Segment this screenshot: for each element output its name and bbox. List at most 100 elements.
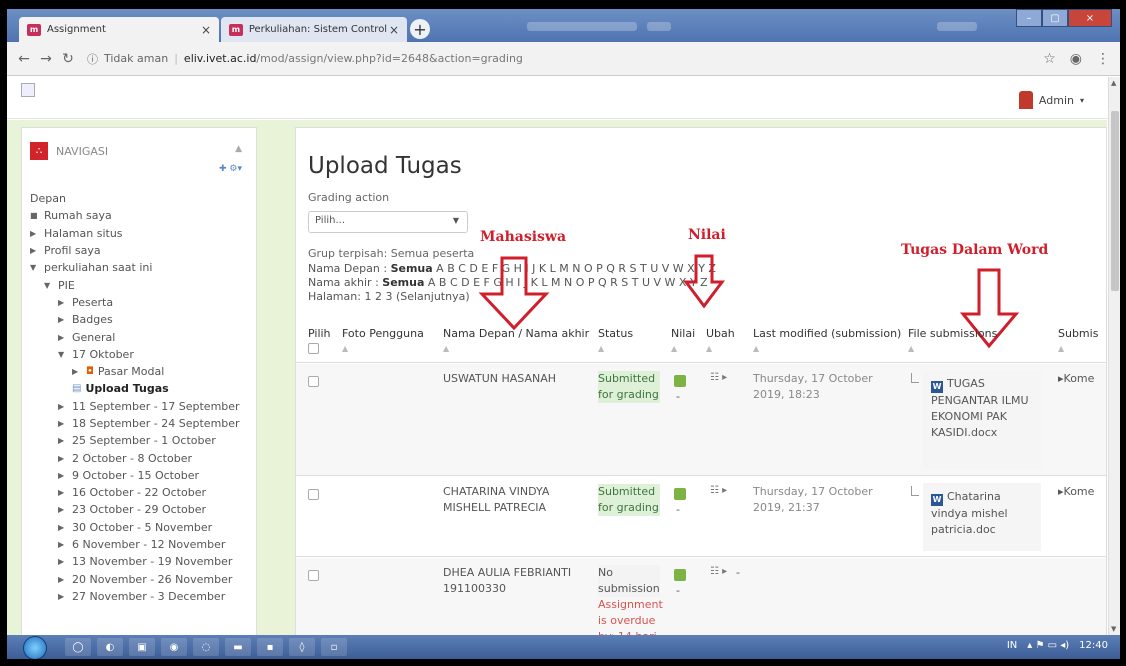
caret-down-icon: ▼ <box>58 349 65 359</box>
back-icon[interactable]: ← <box>13 51 35 67</box>
column-name[interactable]: Nama Depan / Nama akhir ▲ <box>443 327 589 353</box>
row-checkbox[interactable] <box>308 489 319 500</box>
nav-item-week[interactable]: ▶ 25 September - 1 October <box>30 432 255 449</box>
new-tab-button[interactable]: + <box>410 19 430 39</box>
block-actions-icon[interactable]: ✚ ⚙▾ <box>219 164 242 174</box>
scroll-up-icon[interactable]: ▲ <box>1111 79 1116 87</box>
app-icon[interactable]: ◌ <box>193 638 219 656</box>
nav-item-17-oktober[interactable]: ▼ 17 Oktober <box>30 346 255 363</box>
bookmark-star-icon[interactable]: ☆ <box>1043 51 1056 67</box>
nav-item-week[interactable]: ▶ 18 September - 24 September <box>30 415 255 432</box>
nav-item-week[interactable]: ▶ 30 October - 5 November <box>30 519 255 536</box>
tab-perkuliahan[interactable]: m Perkuliahan: Sistem Control Char × <box>221 17 407 42</box>
ie-icon[interactable]: ◯ <box>65 638 91 656</box>
close-tab-icon[interactable]: × <box>389 23 399 37</box>
nav-item-week[interactable]: ▶ 16 October - 22 October <box>30 484 255 501</box>
column-grade[interactable]: Nilai ▲ <box>671 327 695 353</box>
minimize-icon[interactable]: – <box>1016 9 1042 27</box>
nav-item-depan[interactable]: Depan <box>30 190 255 207</box>
forward-icon[interactable]: → <box>35 51 57 67</box>
pagination-pages[interactable]: 1 2 3 <box>364 290 392 303</box>
vertical-scrollbar[interactable]: ▲ ▼ <box>1108 77 1120 635</box>
folder-icon[interactable]: ▬ <box>225 638 251 656</box>
nav-label: 6 November - 12 November <box>72 538 226 552</box>
column-comments[interactable]: Submis ▲ <box>1058 327 1098 353</box>
nav-item-rumah-saya[interactable]: ■ Rumah saya <box>30 207 255 224</box>
nav-label: Peserta <box>72 295 114 309</box>
comments-toggle[interactable]: ▸Kome <box>1058 372 1094 385</box>
app-icon[interactable]: ◊ <box>289 638 315 656</box>
student-name[interactable]: CHATARINA VINDYA MISHELL PATRECIA <box>443 484 583 516</box>
row-checkbox[interactable] <box>308 570 319 581</box>
nav-item-upload-tugas[interactable]: ▤ Upload Tugas <box>30 380 255 397</box>
filter-letters[interactable]: A B C D E F G H I J K L M N O P Q R S T … <box>428 276 708 289</box>
select-all-checkbox[interactable] <box>308 343 319 354</box>
nav-item-week[interactable]: ▶ 2 October - 8 October <box>30 449 255 466</box>
column-edit[interactable]: Ubah ▲ <box>706 327 735 353</box>
submission-file-link[interactable]: W TUGAS PENGANTAR ILMU EKONOMI PAK KASIDI… <box>931 376 1031 441</box>
nav-item-week[interactable]: ▶ 23 October - 29 October <box>30 501 255 518</box>
nav-item-badges[interactable]: ▶ Badges <box>30 311 255 328</box>
nav-item-week[interactable]: ▶ 11 September - 17 September <box>30 398 255 415</box>
language-indicator[interactable]: IN <box>1007 640 1017 651</box>
clock[interactable]: 12:40 <box>1079 640 1108 651</box>
column-files[interactable]: File submissions ▲ <box>908 327 997 353</box>
group-filter-label[interactable]: Grup terpisah: Semua peserta <box>308 247 474 260</box>
filter-all-link[interactable]: Semua <box>391 262 433 275</box>
nav-item-week[interactable]: ▶ 9 October - 15 October <box>30 467 255 484</box>
nav-item-perkuliahan[interactable]: ▼ perkuliahan saat ini <box>30 259 255 276</box>
caret-right-icon: ▶ <box>58 470 65 480</box>
pagination-next[interactable]: (Selanjutnya) <box>396 290 470 303</box>
app-icon[interactable]: ▣ <box>129 638 155 656</box>
start-button[interactable] <box>23 636 47 659</box>
edit-menu-icon[interactable]: ☷ ▸ <box>710 485 727 496</box>
nav-item-general[interactable]: ▶ General <box>30 328 255 345</box>
app-icon[interactable]: ▫ <box>321 638 347 656</box>
close-tab-icon[interactable]: × <box>201 23 211 37</box>
column-select[interactable]: Pilih <box>308 327 331 354</box>
scroll-down-icon[interactable]: ▼ <box>1111 625 1116 633</box>
maximize-icon[interactable]: ▢ <box>1042 9 1068 27</box>
edit-menu-icon[interactable]: ☷ ▸ <box>710 372 727 383</box>
status-badge: No submission <box>598 565 660 597</box>
close-window-icon[interactable]: × <box>1068 9 1112 27</box>
column-status[interactable]: Status ▲ <box>598 327 633 353</box>
info-icon[interactable]: ⓘ <box>87 51 98 67</box>
filter-all-link[interactable]: Semua <box>382 276 424 289</box>
student-name[interactable]: USWATUN HASANAH <box>443 371 583 387</box>
comments-toggle[interactable]: ▸Kome <box>1058 485 1094 498</box>
grade-check-icon[interactable] <box>674 569 686 581</box>
pagination[interactable]: Halaman: 1 2 3 (Selanjutnya) <box>308 290 470 303</box>
nav-item-week[interactable]: ▶ 13 November - 19 November <box>30 553 255 570</box>
student-name[interactable]: DHEA AULIA FEBRIANTI 191100330 <box>443 565 583 597</box>
column-modified[interactable]: Last modified (submission) ▲ <box>753 327 901 353</box>
nav-item-week[interactable]: ▶ 20 November - 26 November <box>30 571 255 588</box>
grade-check-icon[interactable] <box>674 375 686 387</box>
nav-item-week[interactable]: ▶ 27 November - 3 December <box>30 588 255 605</box>
user-menu[interactable]: Admin ▾ <box>1018 91 1084 109</box>
nav-label: 16 October - 22 October <box>72 486 206 500</box>
app-icon[interactable]: ◐ <box>97 638 123 656</box>
grade-check-icon[interactable] <box>674 488 686 500</box>
row-checkbox[interactable] <box>308 376 319 387</box>
extension-icon[interactable]: ◉ <box>1070 51 1082 67</box>
grading-action-select[interactable]: Pilih... ▼ <box>308 211 468 233</box>
tab-assignment[interactable]: m Assignment × <box>19 17 219 42</box>
column-photo[interactable]: Foto Pengguna ▲ <box>342 327 424 353</box>
nav-item-pie[interactable]: ▼ PIE <box>30 276 255 293</box>
nav-item-peserta[interactable]: ▶ Peserta <box>30 294 255 311</box>
scrollbar-thumb[interactable] <box>1111 111 1119 291</box>
collapse-icon[interactable]: ▲ <box>235 144 242 154</box>
menu-kebab-icon[interactable]: ⋮ <box>1096 51 1110 67</box>
nav-item-profil-saya[interactable]: ▶ Profil saya <box>30 242 255 259</box>
chrome-icon[interactable]: ◉ <box>161 638 187 656</box>
edit-menu-icon[interactable]: ☷ ▸ <box>710 566 727 577</box>
nav-item-halaman-situs[interactable]: ▶ Halaman situs <box>30 225 255 242</box>
nav-item-week[interactable]: ▶ 6 November - 12 November <box>30 536 255 553</box>
nav-item-pasar-modal[interactable]: ▶ ◘ Pasar Modal <box>30 363 255 380</box>
app-icon[interactable]: ▪ <box>257 638 283 656</box>
reload-icon[interactable]: ↻ <box>57 51 79 67</box>
submission-file-link[interactable]: W Chatarina vindya mishel patricia.doc <box>931 489 1031 538</box>
url-input[interactable]: ⓘ Tidak aman | eliv.ivet.ac.id/mod/assig… <box>87 47 1043 71</box>
tray-icons[interactable]: ▴ ⚑ ▭ ◂) <box>1027 640 1069 651</box>
